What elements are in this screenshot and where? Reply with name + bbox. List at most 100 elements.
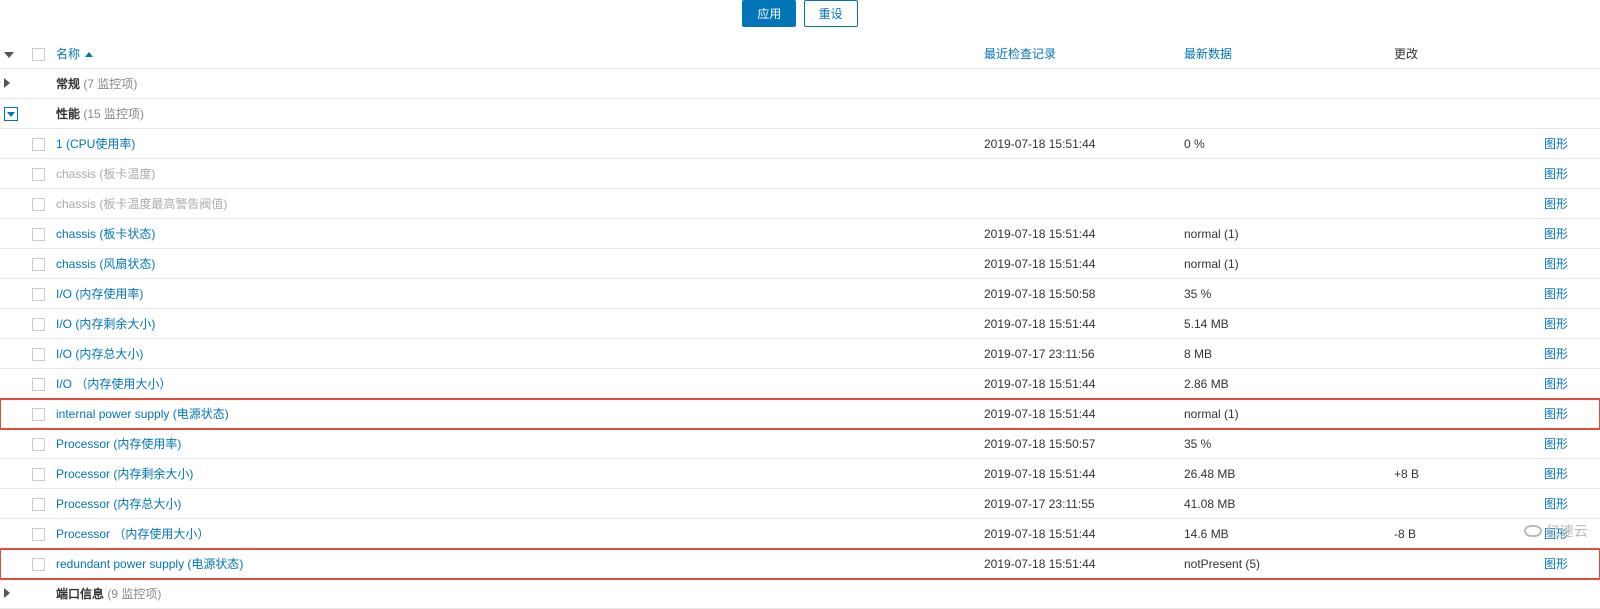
last-check: 2019-07-18 15:51:44 [980, 459, 1180, 489]
row-checkbox[interactable] [32, 498, 45, 511]
graph-link[interactable]: 图形 [1544, 497, 1568, 511]
item-name[interactable]: Processor （内存使用大小） [56, 527, 209, 541]
row-checkbox[interactable] [32, 228, 45, 241]
row-checkbox[interactable] [32, 318, 45, 331]
item-name[interactable]: redundant power supply (电源状态) [56, 557, 243, 571]
graph-link[interactable]: 图形 [1544, 197, 1568, 211]
change-value: -8 B [1390, 519, 1540, 549]
latest-data [1180, 189, 1390, 219]
item-name[interactable]: I/O (内存总大小) [56, 347, 143, 361]
item-name[interactable]: internal power supply (电源状态) [56, 407, 229, 421]
col-lastcheck-header[interactable]: 最近检查记录 [984, 47, 1056, 61]
latest-data: 2.86 MB [1180, 369, 1390, 399]
table-row: Processor (内存使用率)2019-07-18 15:50:5735 %… [0, 429, 1600, 459]
col-name-header[interactable]: 名称 [56, 47, 80, 61]
latest-data: 26.48 MB [1180, 459, 1390, 489]
item-name[interactable]: Processor (内存总大小) [56, 497, 181, 511]
change-value [1390, 489, 1540, 519]
row-checkbox[interactable] [32, 408, 45, 421]
row-checkbox[interactable] [32, 168, 45, 181]
latest-data: 14.6 MB [1180, 519, 1390, 549]
item-name[interactable]: Processor (内存使用率) [56, 437, 181, 451]
graph-link[interactable]: 图形 [1544, 287, 1568, 301]
monitor-table: 名称 最近检查记录 最新数据 更改 常规 (7 监控项) [0, 39, 1600, 609]
table-row: I/O （内存使用大小）2019-07-18 15:51:442.86 MB图形 [0, 369, 1600, 399]
group-count: (7 监控项) [83, 77, 137, 91]
item-name[interactable]: chassis (板卡温度) [56, 167, 155, 181]
expand-icon[interactable] [4, 588, 10, 598]
group-count: (15 监控项) [83, 107, 144, 121]
group-count: (9 监控项) [107, 587, 161, 601]
latest-data: normal (1) [1180, 249, 1390, 279]
row-checkbox[interactable] [32, 138, 45, 151]
last-check: 2019-07-18 15:51:44 [980, 219, 1180, 249]
item-name[interactable]: I/O （内存使用大小） [56, 377, 171, 391]
group-row-port: 端口信息 (9 监控项) [0, 579, 1600, 609]
select-all-checkbox[interactable] [32, 48, 45, 61]
watermark-text: 亿速云 [1546, 521, 1588, 541]
watermark: 亿速云 [1524, 521, 1588, 541]
row-checkbox[interactable] [32, 258, 45, 271]
graph-link[interactable]: 图形 [1544, 227, 1568, 241]
graph-link[interactable]: 图形 [1544, 167, 1568, 181]
row-checkbox[interactable] [32, 438, 45, 451]
graph-link[interactable]: 图形 [1544, 137, 1568, 151]
table-header-row: 名称 最近检查记录 最新数据 更改 [0, 39, 1600, 69]
item-name[interactable]: chassis (板卡温度最高警告阀值) [56, 197, 227, 211]
change-value [1390, 219, 1540, 249]
change-value [1390, 339, 1540, 369]
collapse-icon[interactable] [4, 107, 18, 121]
reset-button[interactable]: 重设 [804, 0, 858, 27]
change-value [1390, 279, 1540, 309]
latest-data: notPresent (5) [1180, 549, 1390, 579]
row-checkbox[interactable] [32, 468, 45, 481]
last-check: 2019-07-18 15:51:44 [980, 309, 1180, 339]
graph-link[interactable]: 图形 [1544, 347, 1568, 361]
graph-link[interactable]: 图形 [1544, 317, 1568, 331]
item-name[interactable]: I/O (内存剩余大小) [56, 317, 155, 331]
change-value [1390, 159, 1540, 189]
last-check: 2019-07-18 15:51:44 [980, 519, 1180, 549]
row-checkbox[interactable] [32, 198, 45, 211]
item-name[interactable]: Processor (内存剩余大小) [56, 467, 193, 481]
graph-link[interactable]: 图形 [1544, 257, 1568, 271]
change-value [1390, 549, 1540, 579]
row-checkbox[interactable] [32, 528, 45, 541]
last-check: 2019-07-17 23:11:55 [980, 489, 1180, 519]
table-row: I/O (内存剩余大小) 2019-07-18 15:51:445.14 MB 图形 [0, 309, 1600, 339]
graph-link[interactable]: 图形 [1544, 467, 1568, 481]
change-value [1390, 399, 1540, 429]
row-checkbox[interactable] [32, 348, 45, 361]
row-checkbox[interactable] [32, 558, 45, 571]
row-checkbox[interactable] [32, 378, 45, 391]
expand-all-icon[interactable] [4, 52, 14, 58]
table-row: I/O (内存使用率)2019-07-18 15:50:5835 %图形 [0, 279, 1600, 309]
graph-link[interactable]: 图形 [1544, 407, 1568, 421]
table-row: Processor （内存使用大小） 2019-07-18 15:51:4414.… [0, 519, 1600, 549]
group-row-performance: 性能 (15 监控项) [0, 99, 1600, 129]
expand-icon[interactable] [4, 78, 10, 88]
graph-link[interactable]: 图形 [1544, 377, 1568, 391]
item-name[interactable]: chassis (板卡状态) [56, 227, 155, 241]
table-row: chassis (风扇状态)2019-07-18 15:51:44normal … [0, 249, 1600, 279]
latest-data: 5.14 MB [1180, 309, 1390, 339]
item-name[interactable]: chassis (风扇状态) [56, 257, 155, 271]
item-name[interactable]: I/O (内存使用率) [56, 287, 143, 301]
table-row: redundant power supply (电源状态)2019-07-18 … [0, 549, 1600, 579]
item-name[interactable]: 1 (CPU使用率) [56, 137, 135, 151]
row-checkbox[interactable] [32, 288, 45, 301]
table-row: I/O (内存总大小)2019-07-17 23:11:568 MB图形 [0, 339, 1600, 369]
group-label[interactable]: 性能 [56, 107, 80, 121]
last-check [980, 189, 1180, 219]
group-label[interactable]: 端口信息 [56, 587, 104, 601]
graph-link[interactable]: 图形 [1544, 437, 1568, 451]
apply-button[interactable]: 应用 [742, 0, 796, 27]
change-value [1390, 129, 1540, 159]
change-value [1390, 189, 1540, 219]
graph-link[interactable]: 图形 [1544, 557, 1568, 571]
table-row: chassis (板卡状态)2019-07-18 15:51:44normal … [0, 219, 1600, 249]
last-check: 2019-07-18 15:50:58 [980, 279, 1180, 309]
col-latest-header[interactable]: 最新数据 [1184, 47, 1232, 61]
group-label[interactable]: 常规 [56, 77, 80, 91]
table-row: chassis (板卡温度) 图形 [0, 159, 1600, 189]
